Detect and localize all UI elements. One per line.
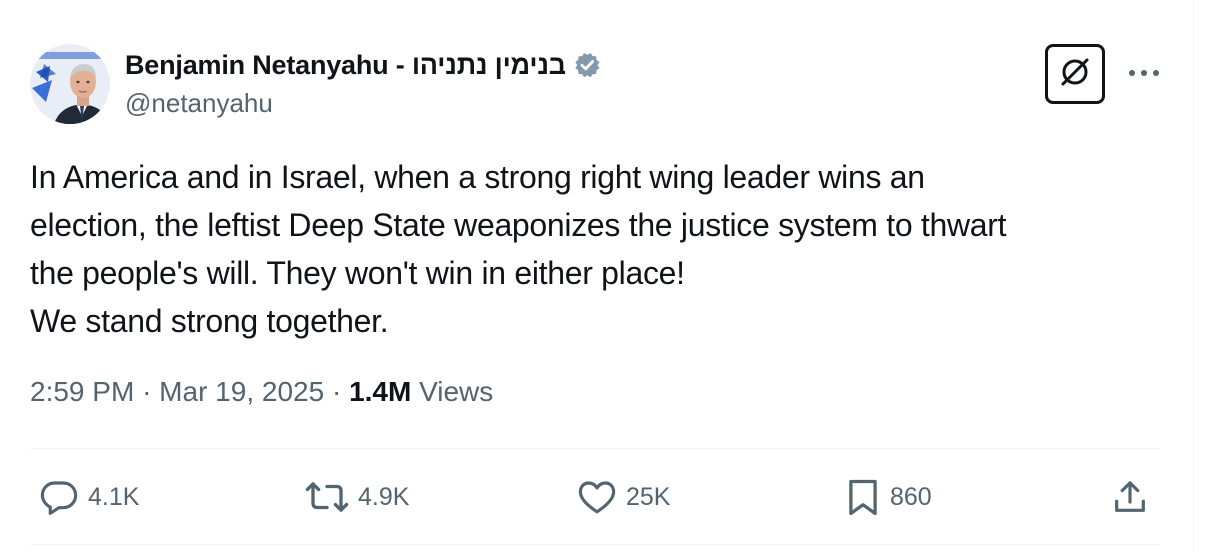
meta-separator: · — [331, 376, 342, 407]
bookmark-button[interactable]: 860 — [844, 474, 932, 520]
timeline-border — [1193, 0, 1194, 552]
bookmark-count: 860 — [890, 482, 932, 511]
author-avatar[interactable] — [30, 44, 110, 124]
like-count: 25K — [626, 482, 671, 511]
tweet-line: election, the leftist Deep State weaponi… — [30, 207, 1007, 243]
more-options-button[interactable] — [1124, 58, 1164, 88]
repost-button[interactable]: 4.9K — [304, 474, 409, 520]
tweet-line: We stand strong together. — [30, 303, 389, 339]
like-button[interactable]: 25K — [576, 474, 670, 520]
verified-badge-icon — [572, 50, 602, 80]
tweet-time[interactable]: 2:59 PM — [30, 376, 134, 407]
tweet-line: In America and in Israel, when a strong … — [30, 159, 925, 195]
divider — [30, 448, 1160, 449]
tweet-text: In America and in Israel, when a strong … — [30, 153, 1170, 345]
tweet-date[interactable]: Mar 19, 2025 — [159, 376, 324, 407]
grok-icon — [1056, 53, 1094, 96]
heart-icon — [576, 476, 618, 518]
reply-button[interactable]: 4.1K — [38, 474, 139, 520]
grok-button[interactable] — [1045, 44, 1105, 104]
author-name-row[interactable]: Benjamin Netanyahu - בנימין נתניהו — [125, 46, 602, 84]
tweet-line: the people's will. They won't win in eit… — [30, 255, 685, 291]
reply-count: 4.1K — [88, 482, 140, 511]
meta-separator: · — [142, 376, 152, 407]
repost-count: 4.9K — [358, 482, 410, 511]
author-handle[interactable]: @netanyahu — [125, 88, 273, 119]
author-display-name[interactable]: Benjamin Netanyahu - בנימין נתניהו — [125, 50, 566, 81]
repost-icon — [304, 476, 350, 518]
views-label[interactable]: Views — [419, 376, 493, 407]
reply-icon — [38, 476, 80, 518]
share-icon — [1110, 476, 1150, 518]
share-button[interactable] — [1110, 474, 1150, 520]
tweet-meta: 2:59 PM · Mar 19, 2025 · 1.4M Views — [30, 376, 493, 408]
divider — [30, 544, 1160, 545]
more-dots-icon — [1128, 64, 1160, 82]
views-count[interactable]: 1.4M — [349, 376, 411, 407]
bookmark-icon — [844, 476, 882, 518]
